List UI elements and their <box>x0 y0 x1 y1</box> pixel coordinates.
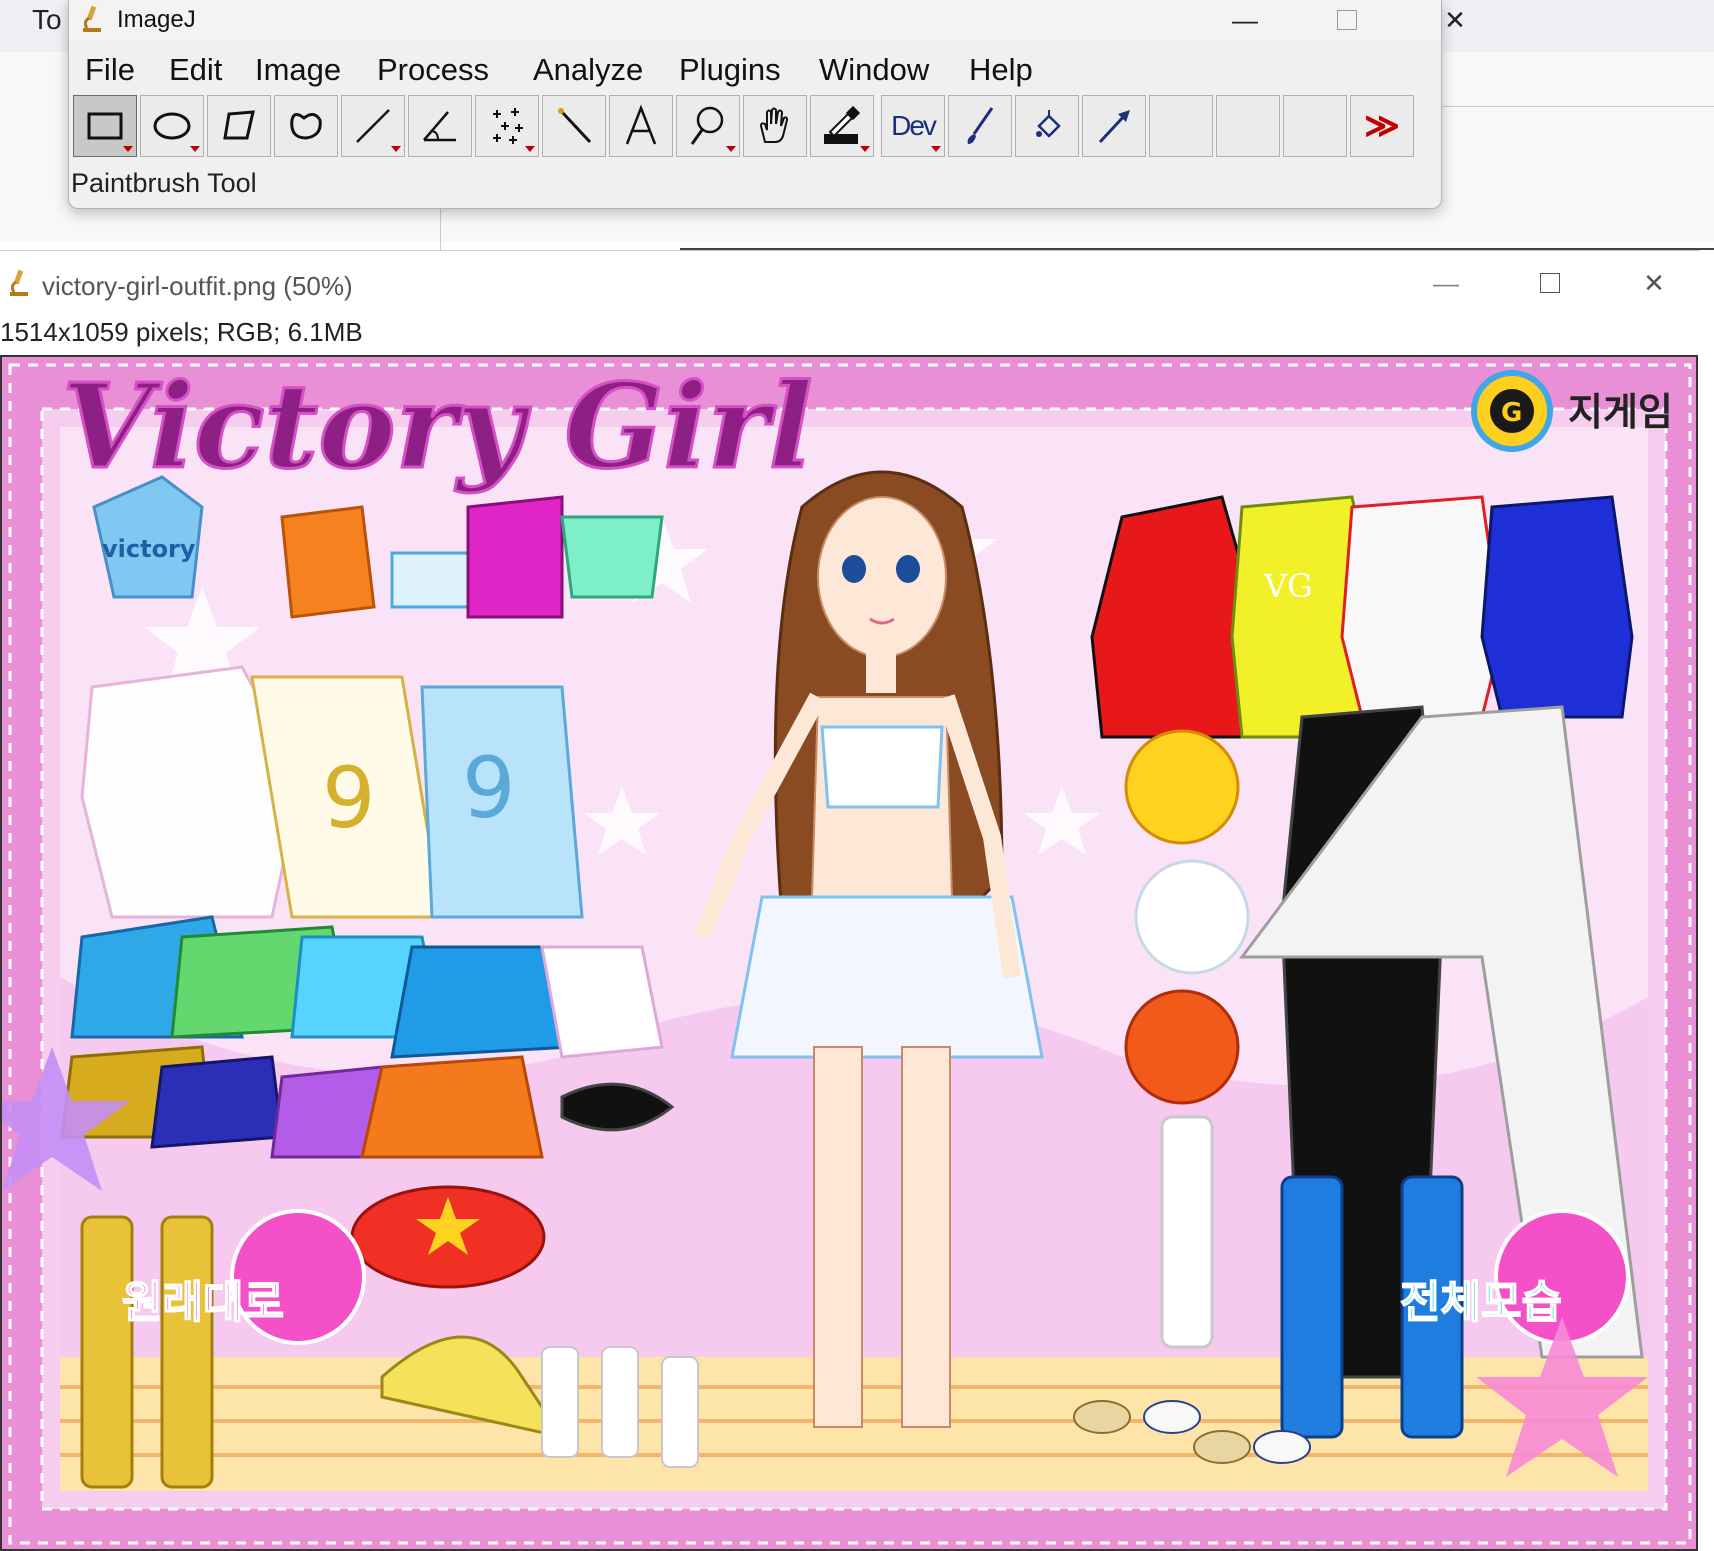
more-tools-button[interactable]: ≫ <box>1350 95 1414 157</box>
dev-label: Dev <box>891 110 937 141</box>
dress-label: VG <box>1263 567 1313 605</box>
menu-help[interactable]: Help <box>969 52 1033 88</box>
color-picker-tool[interactable] <box>810 95 874 157</box>
magic-wand-icon <box>558 108 592 144</box>
paintbrush-tool[interactable] <box>948 95 1012 157</box>
microscope-icon <box>10 269 28 296</box>
double-chevron-icon: ≫ <box>1364 107 1400 145</box>
rectangle-icon <box>87 112 123 140</box>
image-info: 1514x1059 pixels; RGB; 6.1MB <box>0 317 363 347</box>
menu-edit[interactable]: Edit <box>169 52 222 88</box>
submenu-indicator <box>860 146 870 152</box>
flood-fill-tool[interactable] <box>1015 95 1079 157</box>
magnifier-icon <box>690 106 724 145</box>
oval-tool[interactable] <box>140 95 204 157</box>
image-window: victory-girl-outfit.png (50%) — ✕ 1514x1… <box>0 250 1700 1551</box>
close-button[interactable]: ✕ <box>1425 0 1485 40</box>
multi-point-tool[interactable] <box>475 95 539 157</box>
menu-plugins[interactable]: Plugins <box>679 52 781 88</box>
color-picker-icon <box>824 105 861 144</box>
logo-letter: G <box>1501 398 1522 428</box>
angle-tool[interactable] <box>408 95 472 157</box>
submenu-indicator <box>525 146 535 152</box>
dress-up-game-image: victory 9 9 원래대로 VG 전체모습 G Victory Girl … <box>2 357 1696 1549</box>
hand-tool[interactable] <box>743 95 807 157</box>
maximize-icon <box>1337 10 1357 30</box>
line-tool[interactable] <box>341 95 405 157</box>
minimize-button[interactable]: — <box>1416 263 1476 303</box>
maximize-button[interactable] <box>1520 263 1580 303</box>
background-app-label: To <box>32 4 62 35</box>
flood-fill-icon <box>1036 110 1061 138</box>
menu-image[interactable]: Image <box>255 52 341 88</box>
imagej-window: ImageJ — ✕ File Edit Image Process Analy… <box>68 0 1466 209</box>
image-window-title: victory-girl-outfit.png (50%) <box>42 271 353 301</box>
image-window-titlebar[interactable]: victory-girl-outfit.png (50%) — ✕ <box>0 251 1700 317</box>
imagej-title: ImageJ <box>117 6 196 33</box>
arrow-icon <box>1098 110 1130 144</box>
menu-window[interactable]: Window <box>819 52 929 88</box>
logo-text: 지게임 <box>1568 390 1673 434</box>
submenu-indicator <box>726 146 736 152</box>
dev-menu[interactable]: Dev <box>881 95 945 157</box>
angle-icon <box>423 111 456 142</box>
line-icon <box>356 109 390 143</box>
imagej-status-bar: Paintbrush Tool <box>71 168 257 198</box>
imagej-titlebar[interactable]: ImageJ — ✕ <box>69 0 1466 40</box>
empty-tool-slot <box>1283 95 1347 157</box>
wand-tool[interactable] <box>542 95 606 157</box>
imagej-menubar: File Edit Image Process Analyze Plugins … <box>69 48 1441 92</box>
submenu-indicator <box>190 146 200 152</box>
shirt-number: 9 <box>462 739 515 837</box>
view-all-button[interactable]: 전체모습 <box>1399 1276 1562 1329</box>
oval-icon <box>153 112 191 140</box>
close-button[interactable]: ✕ <box>1624 263 1684 303</box>
polygon-tool[interactable] <box>207 95 271 157</box>
background-app-edge <box>1700 250 1714 1550</box>
menu-analyze[interactable]: Analyze <box>533 52 643 88</box>
submenu-indicator <box>123 146 133 152</box>
submenu-indicator <box>931 146 941 152</box>
menu-file[interactable]: File <box>85 52 135 88</box>
magnifier-tool[interactable] <box>676 95 740 157</box>
empty-tool-slot <box>1216 95 1280 157</box>
reset-button[interactable]: 원래대로 <box>121 1276 284 1329</box>
paintbrush-icon <box>967 107 994 144</box>
polygon-icon <box>223 110 255 140</box>
freehand-icon <box>290 113 322 140</box>
minimize-button[interactable]: — <box>1215 0 1275 40</box>
microscope-icon <box>83 5 101 32</box>
shirt-number: 9 <box>322 749 375 847</box>
text-icon <box>625 104 657 145</box>
freehand-tool[interactable] <box>274 95 338 157</box>
menu-process[interactable]: Process <box>377 52 489 88</box>
submenu-indicator <box>391 146 401 152</box>
maximize-button[interactable] <box>1317 0 1377 40</box>
rectangle-tool[interactable] <box>73 95 137 157</box>
hand-icon <box>759 107 789 143</box>
maximize-icon <box>1540 273 1560 293</box>
text-tool[interactable] <box>609 95 673 157</box>
multi-point-icon <box>493 108 523 144</box>
vest-label: victory <box>102 535 196 563</box>
divider <box>1440 106 1714 107</box>
imagej-toolbar: Dev ≫ <box>69 95 1441 159</box>
image-canvas[interactable]: victory 9 9 원래대로 VG 전체모습 G Victory Girl … <box>0 355 1698 1551</box>
arrow-tool[interactable] <box>1082 95 1146 157</box>
game-title: Victory Girl <box>62 359 813 495</box>
empty-tool-slot <box>1149 95 1213 157</box>
